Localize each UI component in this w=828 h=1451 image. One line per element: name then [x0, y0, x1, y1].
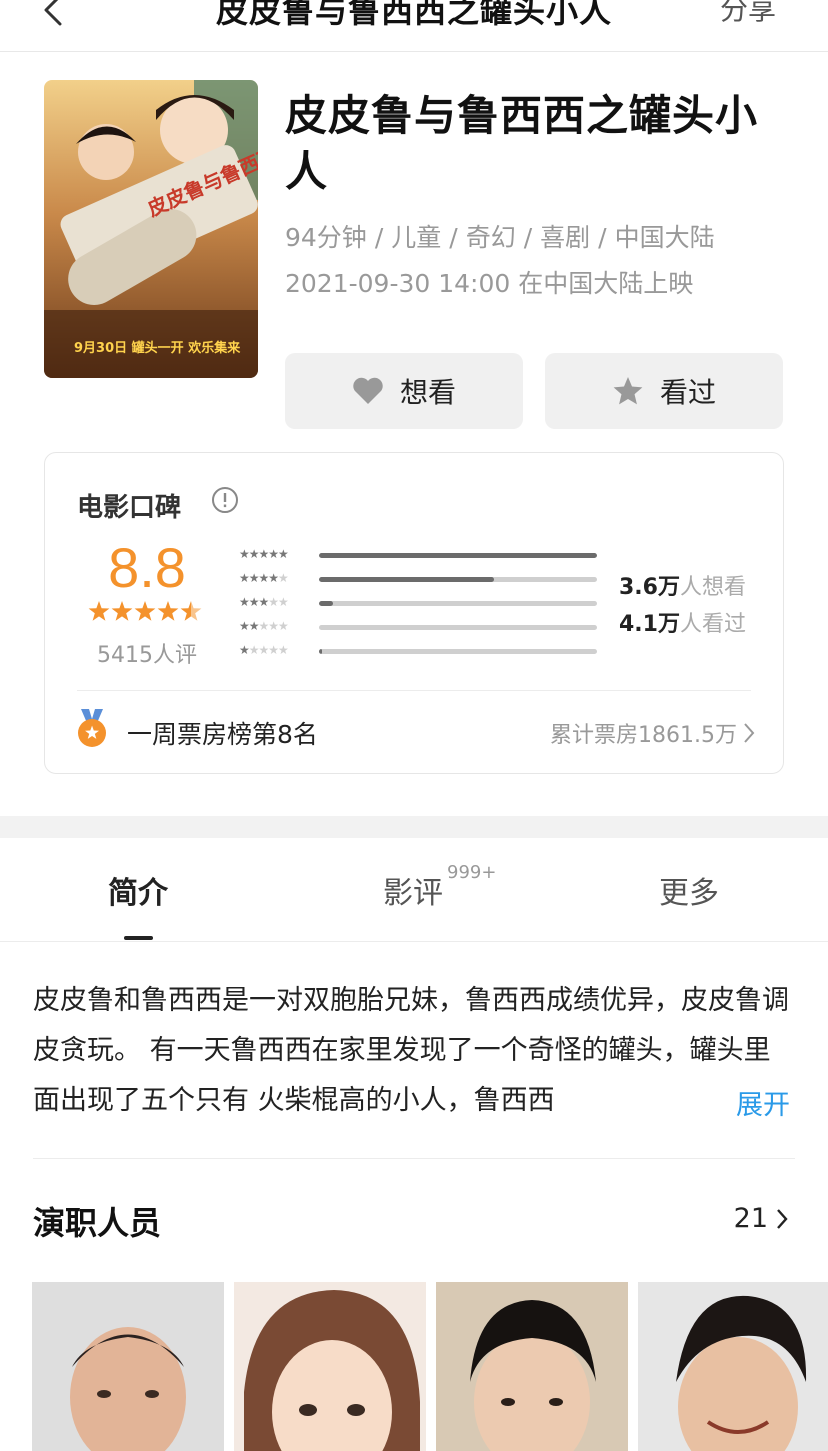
active-tab-indicator — [124, 936, 153, 940]
expand-synopsis-link[interactable]: 展开 — [736, 1083, 790, 1122]
header-title: 皮皮鲁与鲁西西之罐头小人 — [215, 0, 612, 30]
share-button[interactable]: 分享 — [720, 0, 776, 28]
genre: 喜剧 — [540, 223, 591, 252]
medal-icon — [78, 709, 106, 747]
heart-icon — [353, 377, 383, 404]
chevron-right-icon — [744, 723, 755, 743]
rating-distribution: ★★★★★ ★★★★★ ★★★★★ ★★★★★ ★★★★★ — [239, 543, 619, 663]
star-icon — [613, 377, 643, 405]
divider — [77, 690, 751, 691]
star-rating-icon: ★★★★★ — [239, 547, 289, 561]
tab-intro[interactable]: 简介 — [108, 868, 168, 912]
want-label: 想看 — [399, 376, 456, 409]
cast-member-photo[interactable] — [436, 1282, 628, 1451]
distribution-bar-track — [319, 601, 597, 606]
star-rating-icon: ★★★★★ — [239, 571, 289, 585]
rating-count: 5415人评 — [97, 643, 197, 668]
rating-card[interactable]: 电影口碑 8.8 5415人评 ★★★★★ ★★★★★ ★★★★★ ★★★★★ ★★★★… — [44, 452, 784, 774]
distribution-bar-track — [319, 577, 597, 582]
distribution-bar-fill — [319, 577, 495, 582]
cast-section-title: 演职人员 — [33, 1204, 162, 1242]
distribution-bar-fill — [319, 553, 597, 558]
duration: 94分钟 — [285, 223, 367, 252]
release-info: 2021-09-30 14:00 在中国大陆上映 — [285, 269, 694, 298]
seen-count-stat: 4.1万人看过 — [619, 612, 746, 637]
info-icon[interactable] — [211, 486, 239, 514]
chevron-right-icon — [777, 1208, 788, 1229]
cast-count-link[interactable]: 21 — [734, 1203, 788, 1234]
poster-date-text: 9月30日 罐头一开 欢乐集来 — [74, 340, 241, 356]
reviews-badge: 999+ — [447, 862, 497, 883]
cast-member-photo[interactable] — [638, 1282, 828, 1451]
section-gap — [0, 816, 828, 838]
distribution-row-2-star: ★★★★★ — [239, 615, 619, 639]
rating-score: 8.8 — [108, 536, 186, 599]
synopsis-fade — [664, 1078, 734, 1126]
top-nav-bar: 皮皮鲁与鲁西西之罐头小人 分享 — [0, 0, 828, 52]
distribution-row-5-star: ★★★★★ — [239, 543, 619, 567]
star-rating-icon: ★★★★★ — [239, 595, 289, 609]
rating-card-title: 电影口碑 — [77, 493, 182, 523]
boxoffice-rank: 一周票房榜第8名 — [127, 720, 318, 749]
movie-title: 皮皮鲁与鲁西西之罐头小人 — [285, 91, 759, 196]
distribution-row-4-star: ★★★★★ — [239, 567, 619, 591]
seen-label: 看过 — [659, 376, 716, 409]
tab-reviews[interactable]: 影评999+ — [383, 862, 496, 912]
distribution-row-1-star: ★★★★★ — [239, 639, 619, 663]
genre: 奇幻 — [465, 223, 516, 252]
star-rating-icon: ★★★★★ — [239, 619, 289, 633]
boxoffice-total: 累计票房1861.5万 — [550, 723, 737, 748]
distribution-bar-track — [319, 649, 597, 654]
distribution-row-3-star: ★★★★★ — [239, 591, 619, 615]
movie-poster[interactable]: 皮皮鲁与鲁西西 9月30日 罐头一开 欢乐集来 — [44, 80, 258, 378]
movie-meta: 94分钟 / 儿童 / 奇幻 / 喜剧 / 中国大陆 — [285, 223, 715, 252]
distribution-bar-track — [319, 553, 597, 558]
distribution-bar-track — [319, 625, 597, 630]
star-rating-icon: ★★★★★ — [239, 643, 289, 657]
cast-count: 21 — [733, 1203, 768, 1234]
region: 中国大陆 — [614, 223, 715, 252]
tab-more[interactable]: 更多 — [659, 868, 719, 912]
distribution-bar-fill — [319, 649, 322, 654]
score-stars-icon — [88, 601, 202, 621]
divider — [33, 1158, 795, 1159]
cast-member-photo[interactable] — [32, 1282, 224, 1451]
boxoffice-total-link[interactable]: 累计票房1861.5万 — [550, 717, 755, 749]
watched-button[interactable]: 看过 — [545, 353, 783, 429]
want-to-watch-button[interactable]: 想看 — [285, 353, 523, 429]
want-count-stat: 3.6万人想看 — [619, 575, 746, 600]
genre: 儿童 — [391, 223, 442, 252]
cast-member-photo[interactable] — [234, 1282, 426, 1451]
tab-bar: 简介 影评999+ 更多 — [0, 838, 828, 942]
distribution-bar-fill — [319, 601, 333, 606]
